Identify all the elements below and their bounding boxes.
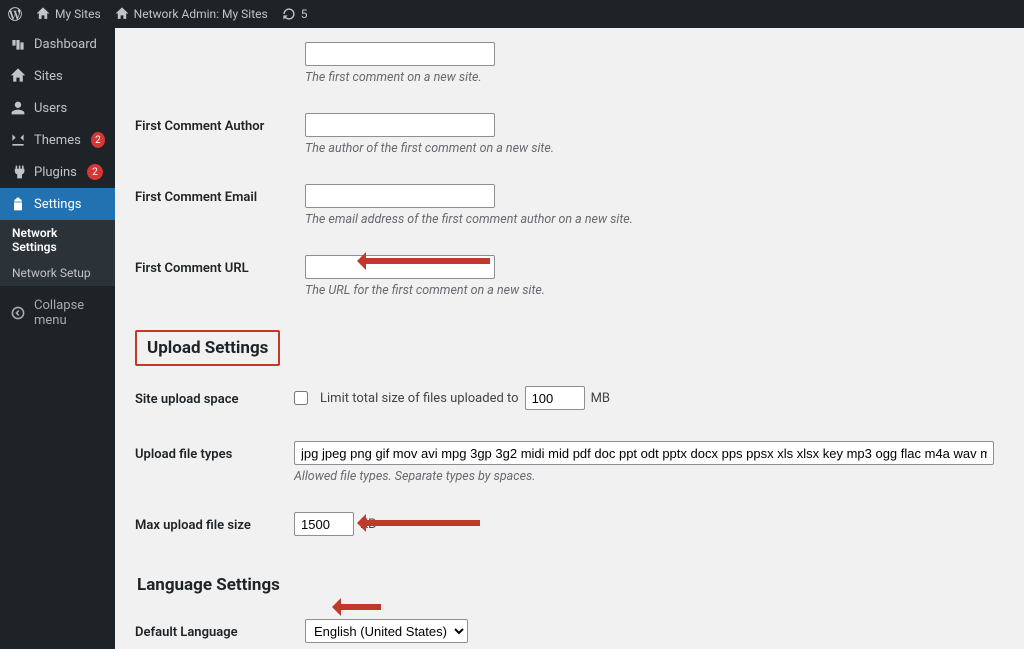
themes-icon [10, 132, 26, 148]
sidebar-label: Collapse menu [34, 298, 105, 328]
adminbar-updates-count: 5 [301, 7, 308, 21]
annotation-arrow [335, 604, 381, 610]
upload-file-types-label: Upload file types [135, 427, 284, 498]
limit-upload-unit: MB [591, 391, 610, 406]
first-comment-email-label: First Comment Email [135, 170, 295, 241]
plugins-icon [10, 164, 26, 180]
sidebar-collapse[interactable]: Collapse menu [0, 290, 115, 336]
sidebar-item-plugins[interactable]: Plugins 2 [0, 156, 115, 188]
limit-upload-value-input[interactable] [525, 386, 585, 410]
sidebar-item-users[interactable]: Users [0, 92, 115, 124]
default-language-label: Default Language [135, 605, 295, 649]
adminbar-updates[interactable]: 5 [282, 7, 308, 21]
adminbar-network-admin[interactable]: Network Admin: My Sites [115, 7, 268, 21]
upload-file-types-input[interactable] [294, 441, 994, 465]
sidebar-submenu-settings: Network Settings Network Setup [0, 220, 115, 286]
language-settings-heading: Language Settings [135, 571, 282, 599]
settings-icon [10, 196, 26, 212]
sidebar-item-themes[interactable]: Themes 2 [0, 124, 115, 156]
upload-file-types-desc: Allowed file types. Separate types by sp… [294, 469, 994, 484]
sidebar-label: Themes [34, 133, 81, 148]
sidebar-label: Plugins [34, 165, 77, 180]
admin-sidebar: Dashboard Sites Users Themes 2 Plugins 2… [0, 28, 115, 649]
settings-content: The first comment on a new site. First C… [115, 28, 1024, 649]
sidebar-label: Settings [34, 197, 81, 212]
limit-upload-label: Limit total size of files uploaded to [320, 391, 519, 406]
home-icon [36, 7, 50, 21]
adminbar-my-sites[interactable]: My Sites [36, 7, 101, 21]
adminbar-my-sites-label: My Sites [55, 7, 101, 21]
max-upload-input[interactable] [294, 512, 354, 536]
sidebar-sub-network-setup[interactable]: Network Setup [0, 260, 115, 286]
wp-logo[interactable] [8, 7, 22, 21]
dashboard-icon [10, 36, 26, 52]
sidebar-label: Dashboard [34, 37, 97, 52]
update-icon [282, 7, 296, 21]
admin-bar: My Sites Network Admin: My Sites 5 [0, 0, 1024, 28]
sidebar-item-settings[interactable]: Settings [0, 188, 115, 220]
adminbar-network-admin-label: Network Admin: My Sites [134, 7, 268, 21]
site-upload-space-label: Site upload space [135, 372, 284, 427]
first-comment-author-input[interactable] [305, 113, 495, 137]
annotation-arrow [360, 258, 490, 264]
wordpress-icon [8, 7, 22, 21]
first-comment-url-label: First Comment URL [135, 241, 295, 312]
sidebar-label: Users [34, 101, 67, 116]
max-upload-label: Max upload file size [135, 498, 284, 553]
first-comment-input[interactable] [305, 42, 495, 66]
first-comment-url-desc: The URL for the first comment on a new s… [305, 283, 994, 298]
upload-settings-heading: Upload Settings [135, 330, 280, 366]
first-comment-email-desc: The email address of the first comment a… [305, 212, 994, 227]
annotation-arrow [360, 520, 480, 526]
limit-upload-checkbox[interactable] [294, 391, 308, 405]
users-icon [10, 100, 26, 116]
sidebar-sub-network-settings[interactable]: Network Settings [0, 220, 115, 260]
update-badge: 2 [91, 132, 105, 148]
first-comment-author-desc: The author of the first comment on a new… [305, 141, 994, 156]
first-comment-desc: The first comment on a new site. [305, 70, 994, 85]
default-language-select[interactable]: English (United States) [305, 619, 468, 643]
sites-icon [10, 68, 26, 84]
sidebar-item-sites[interactable]: Sites [0, 60, 115, 92]
collapse-icon [10, 305, 26, 321]
sidebar-item-dashboard[interactable]: Dashboard [0, 28, 115, 60]
home-icon [115, 7, 129, 21]
sidebar-label: Sites [34, 69, 63, 84]
update-badge: 2 [87, 164, 103, 180]
first-comment-email-input[interactable] [305, 184, 495, 208]
first-comment-author-label: First Comment Author [135, 99, 295, 170]
